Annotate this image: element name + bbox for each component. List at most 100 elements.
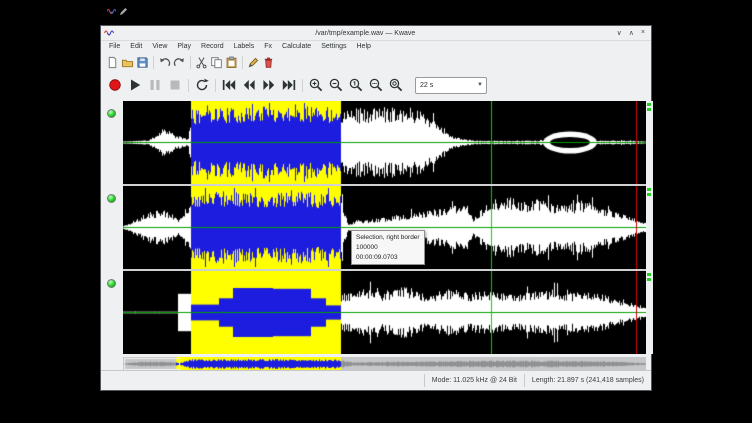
zoom-selection-button[interactable] <box>366 75 386 95</box>
zoom-in-button[interactable] <box>306 75 326 95</box>
tooltip-samples: 100000 <box>356 243 420 253</box>
pause-button[interactable] <box>145 75 165 95</box>
menu-item-view[interactable]: View <box>147 40 172 53</box>
status-bar: Mode: 11.025 kHz @ 24 Bit Length: 21.897… <box>101 370 651 390</box>
record-button[interactable] <box>105 75 125 95</box>
window-controls: ∨ ∧ × <box>617 29 645 37</box>
pause-icon <box>147 77 163 93</box>
toolbar-separator <box>190 56 191 69</box>
menu-item-help[interactable]: Help <box>352 40 376 53</box>
redo-icon <box>173 56 186 69</box>
menu-bar: FileEditViewPlayRecordLabelsFxCalculateS… <box>101 40 651 53</box>
menu-item-record[interactable]: Record <box>196 40 229 53</box>
track-2-marker <box>647 193 651 196</box>
skip-end-button[interactable] <box>279 75 299 95</box>
zoom-all-button[interactable] <box>386 75 406 95</box>
waveform-track-1[interactable] <box>123 101 646 184</box>
playback-toolbar: 22 s ▼ <box>101 72 651 98</box>
zoom-selection-icon <box>368 77 384 93</box>
loop-button[interactable] <box>192 75 212 95</box>
open-file-button[interactable] <box>120 55 135 70</box>
tooltip-title: Selection, right border <box>356 233 420 243</box>
track-1-led-button[interactable] <box>107 109 116 118</box>
track-2-marker <box>647 188 651 191</box>
zoom-all-icon <box>388 77 404 93</box>
desktop: /var/tmp/example.wav — Kwave ∨ ∧ × FileE… <box>0 0 752 423</box>
app-icon <box>104 28 114 38</box>
toolbar-separator <box>153 56 154 69</box>
cut-button[interactable] <box>194 55 209 70</box>
menu-item-labels[interactable]: Labels <box>229 40 260 53</box>
delete-button[interactable] <box>261 55 276 70</box>
undo-button[interactable] <box>157 55 172 70</box>
waveform-track-3[interactable] <box>123 271 646 354</box>
toolbar-separator <box>188 79 189 92</box>
undo-icon <box>158 56 171 69</box>
cut-icon <box>195 56 208 69</box>
track-2-led-button[interactable] <box>107 194 116 203</box>
menu-item-file[interactable]: File <box>104 40 125 53</box>
track-1-marker <box>647 103 651 106</box>
pen-icon <box>247 56 260 69</box>
status-length: Length: 21.897 s (241,418 samples) <box>524 374 651 387</box>
paste-icon <box>225 56 238 69</box>
stop-icon <box>167 77 183 93</box>
close-button[interactable]: × <box>641 29 645 37</box>
play-button[interactable] <box>125 75 145 95</box>
skip-end-icon <box>281 77 297 93</box>
menu-item-calculate[interactable]: Calculate <box>277 40 316 53</box>
copy-icon <box>210 56 223 69</box>
save-file-icon <box>136 56 149 69</box>
forward-button[interactable] <box>259 75 279 95</box>
status-mode: Mode: 11.025 kHz @ 24 Bit <box>424 374 524 387</box>
track-1-marker <box>647 108 651 111</box>
skip-start-icon <box>221 77 237 93</box>
desktop-icons <box>107 7 127 16</box>
overview-widget <box>123 357 646 371</box>
delete-icon <box>262 56 275 69</box>
open-file-icon <box>121 56 134 69</box>
rewind-button[interactable] <box>239 75 259 95</box>
signal-area <box>101 101 653 354</box>
play-icon <box>127 77 143 93</box>
copy-button[interactable] <box>209 55 224 70</box>
overview-bar[interactable] <box>123 357 646 371</box>
menu-item-edit[interactable]: Edit <box>125 40 147 53</box>
toolbar-separator <box>302 79 303 92</box>
track-control-strip <box>101 101 123 354</box>
menu-item-play[interactable]: Play <box>172 40 196 53</box>
stop-button[interactable] <box>165 75 185 95</box>
zoom-in-icon <box>308 77 324 93</box>
toolbar-separator <box>242 56 243 69</box>
zoom-original-button[interactable] <box>346 75 366 95</box>
paste-button[interactable] <box>224 55 239 70</box>
skip-start-button[interactable] <box>219 75 239 95</box>
minimize-button[interactable]: ∨ <box>617 29 622 37</box>
pen-mini-icon[interactable] <box>119 8 127 16</box>
save-file-button[interactable] <box>135 55 150 70</box>
track-3-led-button[interactable] <box>107 279 116 288</box>
zoom-value: 22 s <box>416 82 474 89</box>
kwave-mini-icon[interactable] <box>107 7 116 16</box>
zoom-original-icon <box>348 77 364 93</box>
title-bar[interactable]: /var/tmp/example.wav — Kwave ∨ ∧ × <box>101 26 651 41</box>
right-strip <box>646 101 653 354</box>
zoom-out-button[interactable] <box>326 75 346 95</box>
menu-item-settings[interactable]: Settings <box>316 40 351 53</box>
file-toolbar <box>101 53 651 72</box>
toolbar-separator <box>215 79 216 92</box>
zoom-combobox[interactable]: 22 s ▼ <box>415 77 487 94</box>
window-title: /var/tmp/example.wav — Kwave <box>114 30 617 37</box>
record-icon <box>107 77 123 93</box>
menu-item-fx[interactable]: Fx <box>259 40 277 53</box>
maximize-button[interactable]: ∧ <box>629 29 634 37</box>
chevron-down-icon: ▼ <box>474 82 486 88</box>
redo-button[interactable] <box>172 55 187 70</box>
pen-button[interactable] <box>246 55 261 70</box>
new-file-button[interactable] <box>105 55 120 70</box>
rewind-icon <box>241 77 257 93</box>
playback-buttons <box>105 75 406 95</box>
track-3-marker <box>647 273 651 276</box>
new-file-icon <box>106 56 119 69</box>
selection-tooltip: Selection, right border 100000 00:00:09.… <box>351 230 425 265</box>
